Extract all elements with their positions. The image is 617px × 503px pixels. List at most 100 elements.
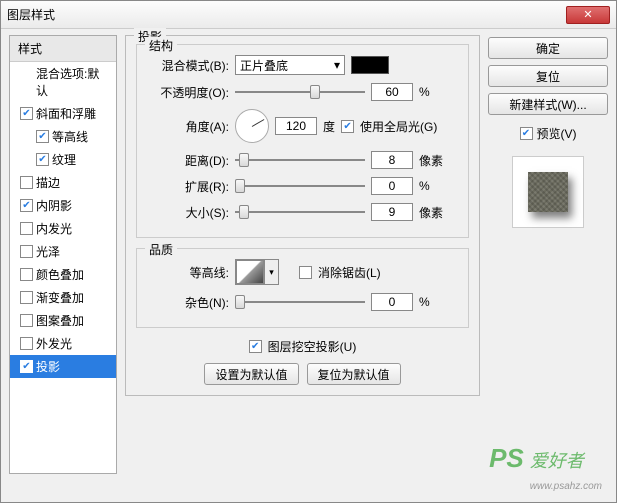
angle-unit: 度 — [323, 118, 335, 135]
row-gradient-overlay[interactable]: 渐变叠加 — [10, 286, 116, 309]
checkbox-icon[interactable]: ✔ — [20, 199, 33, 212]
ok-button[interactable]: 确定 — [488, 37, 608, 59]
opacity-slider[interactable] — [235, 84, 365, 100]
row-blending-options[interactable]: 混合选项:默认 — [10, 62, 116, 102]
opacity-label: 不透明度(O): — [149, 84, 229, 101]
blend-mode-row: 混合模式(B): 正片叠底 ▾ — [149, 55, 456, 75]
contour-picker[interactable]: ▾ — [235, 259, 279, 285]
structure-title: 结构 — [145, 37, 177, 54]
row-stroke[interactable]: 描边 — [10, 171, 116, 194]
spread-input[interactable] — [371, 177, 413, 195]
checkbox-icon[interactable] — [20, 337, 33, 350]
noise-unit: % — [419, 295, 449, 309]
blend-mode-select[interactable]: 正片叠底 ▾ — [235, 55, 345, 75]
noise-slider[interactable] — [235, 294, 365, 310]
angle-row: 角度(A): 度 ✔ 使用全局光(G) — [149, 109, 456, 143]
antialias-label: 消除锯齿(L) — [318, 264, 381, 281]
global-light-label: 使用全局光(G) — [360, 118, 437, 135]
new-style-button[interactable]: 新建样式(W)... — [488, 93, 608, 115]
preview-box — [512, 156, 584, 228]
watermark-logo: PS — [489, 443, 524, 474]
shadow-color-swatch[interactable] — [351, 56, 389, 74]
distance-label: 距离(D): — [149, 152, 229, 169]
row-bevel-emboss[interactable]: ✔斜面和浮雕 — [10, 102, 116, 125]
preview-checkbox[interactable]: ✔ — [520, 127, 533, 140]
row-pattern-overlay[interactable]: 图案叠加 — [10, 309, 116, 332]
checkbox-icon[interactable] — [20, 245, 33, 258]
styles-list-header: 样式 — [10, 36, 116, 62]
checkbox-icon[interactable]: ✔ — [36, 130, 49, 143]
row-outer-glow[interactable]: 外发光 — [10, 332, 116, 355]
distance-row: 距离(D): 像素 — [149, 151, 456, 169]
size-input[interactable] — [371, 203, 413, 221]
knockout-row: ✔ 图层挖空投影(U) — [136, 338, 469, 355]
row-color-overlay[interactable]: 颜色叠加 — [10, 263, 116, 286]
structure-group: 结构 混合模式(B): 正片叠底 ▾ 不透明度(O): % — [136, 44, 469, 238]
quality-title: 品质 — [145, 241, 177, 258]
noise-row: 杂色(N): % — [149, 293, 456, 311]
layer-style-dialog: 图层样式 ✕ 样式 混合选项:默认 ✔斜面和浮雕 ✔等高线 ✔纹理 描边 ✔内阴… — [0, 0, 617, 503]
spread-row: 扩展(R): % — [149, 177, 456, 195]
checkbox-icon[interactable]: ✔ — [20, 360, 33, 373]
reset-button[interactable]: 复位 — [488, 65, 608, 87]
dialog-content: 样式 混合选项:默认 ✔斜面和浮雕 ✔等高线 ✔纹理 描边 ✔内阴影 内发光 光… — [1, 29, 616, 474]
make-default-button[interactable]: 设置为默认值 — [204, 363, 298, 385]
global-light-checkbox[interactable]: ✔ — [341, 120, 354, 133]
spread-label: 扩展(R): — [149, 178, 229, 195]
settings-panel: 投影 结构 混合模式(B): 正片叠底 ▾ 不透明度(O): — [125, 35, 480, 474]
checkbox-icon[interactable]: ✔ — [36, 153, 49, 166]
noise-label: 杂色(N): — [149, 294, 229, 311]
contour-preview-icon — [236, 260, 264, 284]
row-contour[interactable]: ✔等高线 — [10, 125, 116, 148]
opacity-row: 不透明度(O): % — [149, 83, 456, 101]
angle-dial[interactable] — [235, 109, 269, 143]
size-slider[interactable] — [235, 204, 365, 220]
dialog-title: 图层样式 — [7, 6, 55, 23]
size-row: 大小(S): 像素 — [149, 203, 456, 221]
angle-label: 角度(A): — [149, 118, 229, 135]
chevron-down-icon: ▾ — [334, 58, 340, 72]
right-panel: 确定 复位 新建样式(W)... ✔ 预览(V) — [488, 35, 608, 474]
opacity-unit: % — [419, 85, 449, 99]
angle-input[interactable] — [275, 117, 317, 135]
antialias-checkbox[interactable] — [299, 266, 312, 279]
checkbox-icon[interactable]: ✔ — [20, 107, 33, 120]
watermark-text: 爱好者 — [530, 451, 584, 471]
row-inner-glow[interactable]: 内发光 — [10, 217, 116, 240]
titlebar: 图层样式 ✕ — [1, 1, 616, 29]
checkbox-icon[interactable] — [20, 176, 33, 189]
preview-label: 预览(V) — [537, 125, 577, 142]
row-inner-shadow[interactable]: ✔内阴影 — [10, 194, 116, 217]
size-unit: 像素 — [419, 204, 449, 221]
default-buttons-row: 设置为默认值 复位为默认值 — [136, 363, 469, 385]
row-drop-shadow[interactable]: ✔投影 — [10, 355, 116, 378]
checkbox-icon[interactable] — [20, 314, 33, 327]
preview-checkbox-row: ✔ 预览(V) — [488, 125, 608, 142]
blend-mode-label: 混合模式(B): — [149, 57, 229, 74]
close-button[interactable]: ✕ — [566, 6, 610, 24]
distance-input[interactable] — [371, 151, 413, 169]
distance-unit: 像素 — [419, 152, 449, 169]
row-texture[interactable]: ✔纹理 — [10, 148, 116, 171]
checkbox-icon[interactable] — [20, 291, 33, 304]
quality-group: 品质 等高线: ▾ 消除锯齿(L) 杂色(N): — [136, 248, 469, 328]
styles-list: 混合选项:默认 ✔斜面和浮雕 ✔等高线 ✔纹理 描边 ✔内阴影 内发光 光泽 颜… — [10, 62, 116, 378]
distance-slider[interactable] — [235, 152, 365, 168]
contour-label: 等高线: — [149, 264, 229, 281]
watermark: PS 爱好者 www.psahz.com — [489, 443, 602, 494]
preview-texture — [528, 172, 568, 212]
reset-default-button[interactable]: 复位为默认值 — [307, 363, 401, 385]
close-icon: ✕ — [583, 8, 592, 21]
opacity-input[interactable] — [371, 83, 413, 101]
spread-slider[interactable] — [235, 178, 365, 194]
chevron-down-icon: ▾ — [264, 260, 278, 284]
row-satin[interactable]: 光泽 — [10, 240, 116, 263]
knockout-checkbox[interactable]: ✔ — [249, 340, 262, 353]
watermark-url: www.psahz.com — [530, 481, 602, 492]
checkbox-icon[interactable] — [20, 268, 33, 281]
spread-unit: % — [419, 179, 449, 193]
checkbox-icon[interactable] — [20, 222, 33, 235]
knockout-label: 图层挖空投影(U) — [268, 338, 357, 355]
noise-input[interactable] — [371, 293, 413, 311]
drop-shadow-group: 投影 结构 混合模式(B): 正片叠底 ▾ 不透明度(O): — [125, 35, 480, 396]
